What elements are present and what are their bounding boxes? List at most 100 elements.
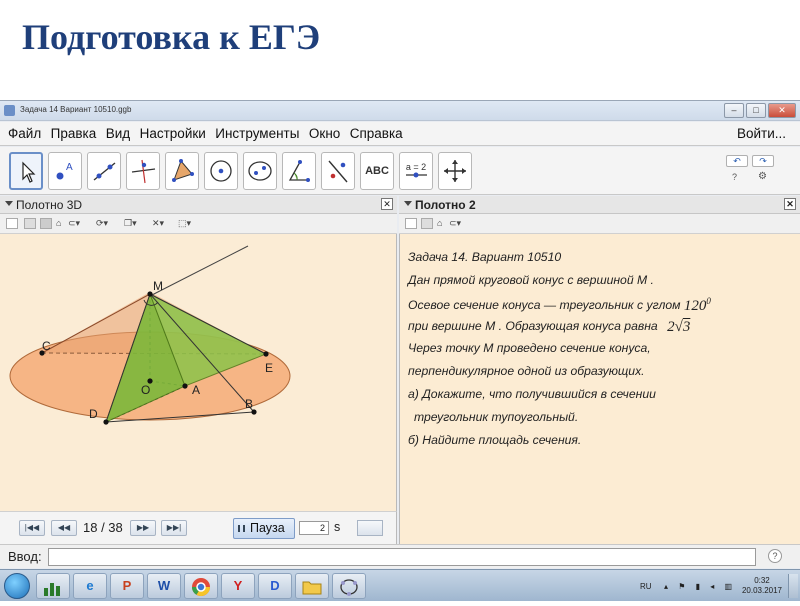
menu-file[interactable]: Файл [8,122,41,141]
point-tool-button[interactable]: A [48,152,82,190]
powerpoint-icon[interactable]: P [110,573,144,599]
panel-3d-header: Полотно 3D ✕ [0,196,397,214]
clipping-icon[interactable]: ✕▾ [152,218,164,229]
polygon-tool-icon [172,159,194,182]
speed-input[interactable]: 2 [299,521,329,535]
chart-app-icon[interactable] [36,573,70,599]
projection-icon[interactable]: ⬚▾ [178,218,191,229]
geogebra-icon[interactable] [332,573,366,599]
circle-tool-icon [210,160,232,182]
toggle-axes-2-icon[interactable] [405,218,417,229]
circle-tool-button[interactable] [204,152,238,190]
menu-help[interactable]: Справка [350,122,403,141]
task-line-7: а) Докажите, что получившийся в сечении [408,387,656,401]
line-tool-button[interactable] [87,152,121,190]
language-indicator[interactable]: RU [640,582,652,591]
close-panel-2-button[interactable]: ✕ [784,198,796,210]
task-line-3: Осевое сечение конуса — треугольник с уг… [408,295,711,314]
help-icon[interactable]: ? [732,172,737,182]
grid-toggle-button[interactable] [357,520,383,536]
geogebra-app-icon [4,105,15,116]
perpendicular-line-tool-button[interactable] [126,152,160,190]
login-link[interactable]: Войти... [737,126,786,141]
clock-date: 20.03.2017 [741,586,782,595]
reflect-tool-icon [328,160,348,183]
angle-tool-button[interactable] [282,152,316,190]
maximize-button[interactable]: □ [746,103,766,118]
windows-start-icon[interactable] [4,573,30,599]
window-title: Задача 14 Вариант 10510.ggb [20,105,132,114]
menubar: Файл Правка Вид Настройки Инструменты Ок… [0,122,800,146]
rotation-speed-icon[interactable]: ⟳▾ [96,218,108,229]
collapse-panel-3d-icon[interactable] [5,201,13,206]
menu-tools[interactable]: Инструменты [215,122,299,141]
label-c: C [42,339,51,353]
toggle-axes-icon[interactable] [6,218,18,229]
input-bar: Ввод: ? [0,544,800,568]
ellipse-tool-button[interactable] [243,152,277,190]
close-window-button[interactable]: ✕ [768,103,796,118]
slider-tool-button[interactable]: a = 2 [399,152,433,190]
menu-window[interactable]: Окно [309,122,340,141]
folder-icon[interactable] [295,573,329,599]
clock-time: 0:32 [754,576,770,585]
show-desktop-button[interactable] [788,574,798,598]
label-o: O [141,383,150,397]
task-line-5: Через точку M проведено сечение конуса, [408,341,651,355]
close-panel-3d-button[interactable]: ✕ [381,198,393,210]
internet-explorer-icon[interactable]: e [73,573,107,599]
slide-title: Подготовка к ЕГЭ [22,17,321,57]
toggle-plane-icon[interactable] [40,218,52,229]
chrome-icon[interactable] [184,573,218,599]
point-d [103,419,109,425]
pause-button[interactable]: Пауза [233,518,295,539]
move-tool-button[interactable] [9,152,43,190]
undo-redo-group: ↶ ↷ ? ⚙ [720,152,780,188]
redo-button[interactable]: ↷ [752,155,774,167]
menu-settings[interactable]: Настройки [140,122,206,141]
panel-2-style-bar: ⌂ ⊂▾ [399,214,800,234]
task-line-4: при вершине M . Образующая конуса равна … [408,318,690,335]
menu-view[interactable]: Вид [106,122,130,141]
input-help-icon[interactable]: ? [768,549,782,563]
rotate-view-icon[interactable]: ⊂▾ [68,218,80,229]
window-titlebar[interactable]: Задача 14 Вариант 10510.ggb – □ ✕ [0,101,800,121]
panel-2-title: Полотно 2 [415,198,476,212]
speed-unit: s [334,520,341,534]
settings-gear-icon[interactable]: ⚙ [758,171,767,182]
input-label: Ввод: [8,549,42,564]
panel-3d-style-bar: ⌂ ⊂▾ ⟳▾ ❐▾ ✕▾ ⬚▾ [0,214,397,234]
text-tool-button[interactable]: ABC [360,152,394,190]
input-field[interactable] [48,548,756,566]
graphics-2-view[interactable]: Задача 14. Вариант 10510 Дан прямой круг… [399,234,800,544]
generatrix-length-math: 2√3 [667,319,691,335]
reflect-tool-button[interactable] [321,152,355,190]
move-view-tool-icon [444,160,466,182]
collapse-panel-2-icon[interactable] [404,201,412,206]
view-direction-icon[interactable]: ❐▾ [124,218,137,229]
next-frame-button[interactable]: ▶▶ [130,520,156,536]
word-icon[interactable]: W [147,573,181,599]
toggle-grid-2-icon[interactable] [421,218,433,229]
label-a: A [192,383,200,397]
graphics-3d-view[interactable]: M C O A D B E [0,234,397,511]
pause-label: Пауза [250,521,285,535]
move-view-tool-button[interactable] [438,152,472,190]
toggle-grid-icon[interactable] [24,218,36,229]
last-frame-button[interactable]: ▶▶| [161,520,187,536]
clock[interactable]: 0:32 20.03.2017 [742,576,782,596]
undo-button[interactable]: ↶ [726,155,748,167]
yandex-browser-icon[interactable]: Y [221,573,255,599]
minimize-button[interactable]: – [724,103,744,118]
tray-icons[interactable]: ▴ ⚑ ▮ ◂ ▥ [664,582,736,591]
home-view-2-icon[interactable]: ⌂ [437,218,442,229]
previous-frame-button[interactable]: ◀◀ [51,520,77,536]
first-frame-button[interactable]: |◀◀ [19,520,45,536]
move-tool-icon [22,161,36,183]
view-options-2-icon[interactable]: ⊂▾ [449,218,461,229]
menu-edit[interactable]: Правка [51,122,97,141]
task-line-9: б) Найдите площадь сечения. [408,433,582,447]
home-view-icon[interactable]: ⌂ [56,218,61,229]
video-player-icon[interactable]: D [258,573,292,599]
polygon-tool-button[interactable] [165,152,199,190]
